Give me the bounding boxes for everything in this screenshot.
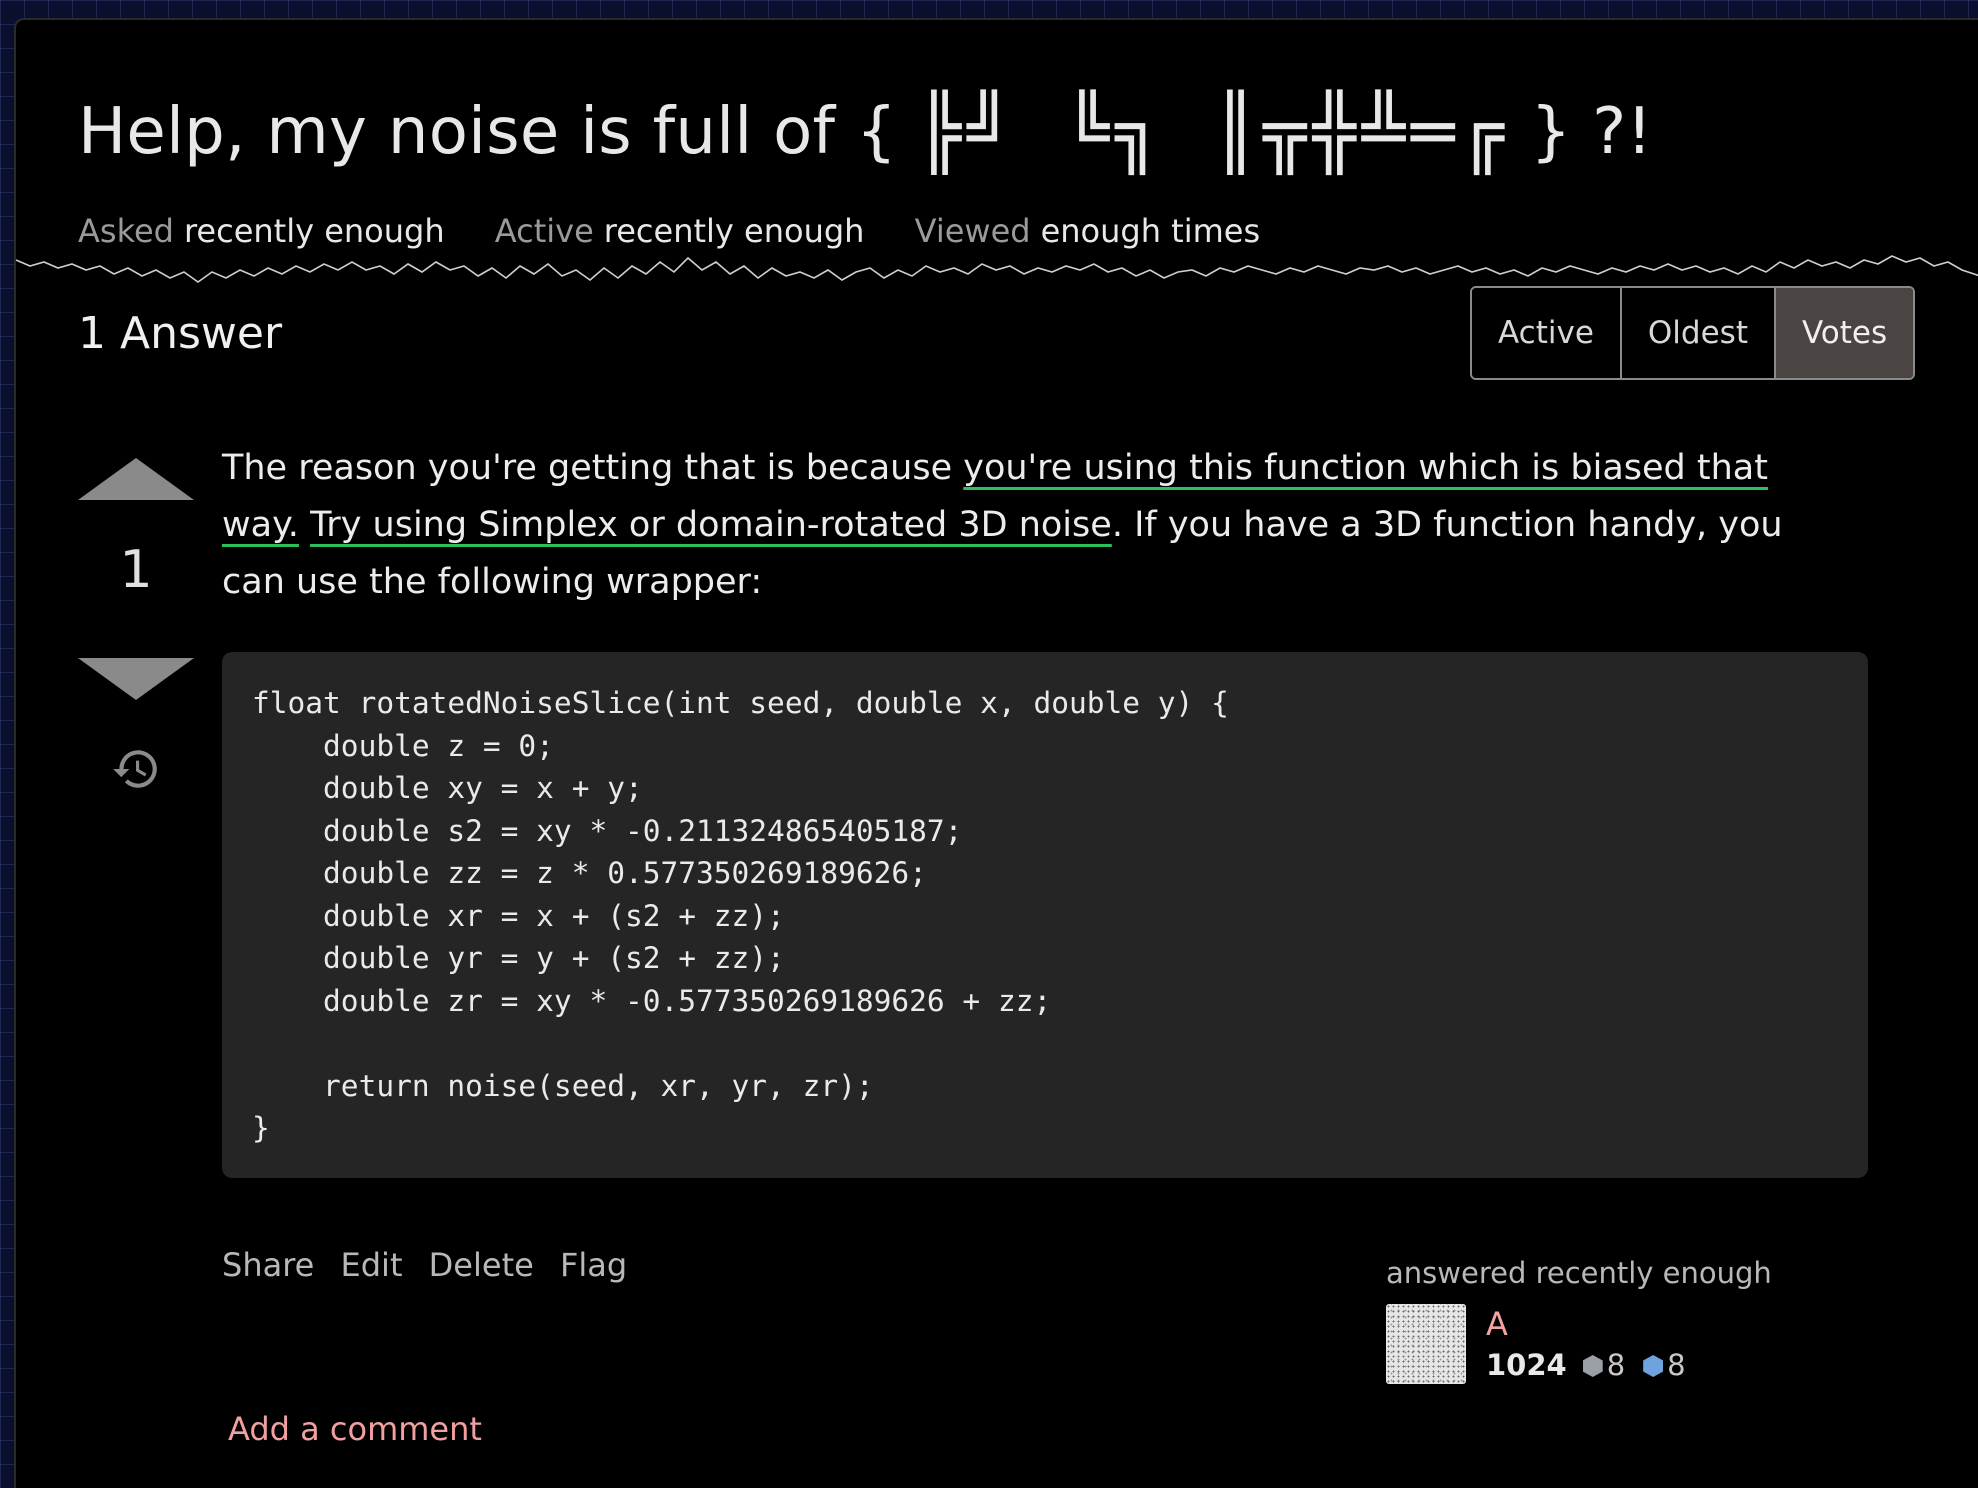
user-details: A 1024 8 8 [1486, 1304, 1704, 1382]
meta-asked-label: Asked [78, 212, 174, 250]
vote-count: 1 [119, 540, 153, 600]
history-icon[interactable] [111, 744, 161, 794]
flag-link[interactable]: Flag [560, 1246, 627, 1284]
downvote-icon[interactable] [78, 658, 194, 700]
meta-active-label: Active [494, 212, 594, 250]
answer-text-2 [299, 505, 310, 545]
reputation-score: 1024 [1486, 1348, 1567, 1382]
answer-text-1: The reason you're getting that is becaus… [222, 448, 964, 488]
avatar[interactable] [1386, 1304, 1466, 1384]
delete-link[interactable]: Delete [429, 1246, 534, 1284]
answer-sort-group: Active Oldest Votes [1470, 286, 1916, 380]
bronze-badge-count: 8 [1667, 1348, 1686, 1382]
meta-active: Active recently enough [495, 212, 865, 250]
post-menu: Share Edit Delete Flag [222, 1246, 643, 1284]
edit-link[interactable]: Edit [341, 1246, 403, 1284]
meta-asked: Asked recently enough [78, 212, 445, 250]
question-card: Help, my noise is full of { ╠╝ ╚╗ ║╦╬╩═╔… [14, 18, 1978, 1488]
meta-active-value: recently enough [603, 212, 865, 250]
silver-badge-icon [1582, 1355, 1603, 1377]
meta-viewed-value: enough times [1040, 212, 1261, 250]
bronze-badge-icon [1643, 1355, 1664, 1377]
share-link[interactable]: Share [222, 1246, 314, 1284]
question-title-suffix: } ?! [1530, 95, 1653, 169]
answered-time: answered recently enough [1386, 1256, 1772, 1290]
upvote-icon[interactable] [78, 458, 194, 500]
sort-votes-button[interactable]: Votes [1775, 288, 1914, 378]
meta-asked-value: recently enough [183, 212, 445, 250]
silver-badge-count: 8 [1606, 1348, 1626, 1382]
user-card: answered recently enough A 1024 8 8 [1386, 1256, 1806, 1384]
simplex-noise-link[interactable]: Try using Simplex or domain-rotated 3D n… [310, 505, 1112, 545]
answer-paragraph: The reason you're getting that is becaus… [222, 440, 1842, 611]
answers-count-heading: 1 Answer [78, 308, 283, 359]
vote-column: 1 [78, 458, 194, 794]
user-stats: 1024 8 8 [1486, 1348, 1704, 1382]
question-title-glyphs: ╠╝ ╚╗ ║╦╬╩═╔ [917, 90, 1510, 174]
question-title[interactable]: Help, my noise is full of { ╠╝ ╚╗ ║╦╬╩═╔… [78, 90, 1652, 174]
user-name-link[interactable]: A [1486, 1304, 1704, 1344]
add-comment-link[interactable]: Add a comment [228, 1410, 482, 1448]
sort-active-button[interactable]: Active [1472, 288, 1622, 378]
question-title-prefix: Help, my noise is full of { [78, 95, 898, 169]
question-meta: Asked recently enough Active recently enou… [78, 212, 1300, 250]
code-block: float rotatedNoiseSlice(int seed, double… [222, 652, 1868, 1178]
user-row: A 1024 8 8 [1386, 1304, 1806, 1384]
meta-viewed: Viewed enough times [915, 212, 1261, 250]
answer-body: The reason you're getting that is becaus… [222, 440, 1842, 611]
sort-oldest-button[interactable]: Oldest [1621, 288, 1776, 378]
meta-viewed-label: Viewed [914, 212, 1031, 250]
